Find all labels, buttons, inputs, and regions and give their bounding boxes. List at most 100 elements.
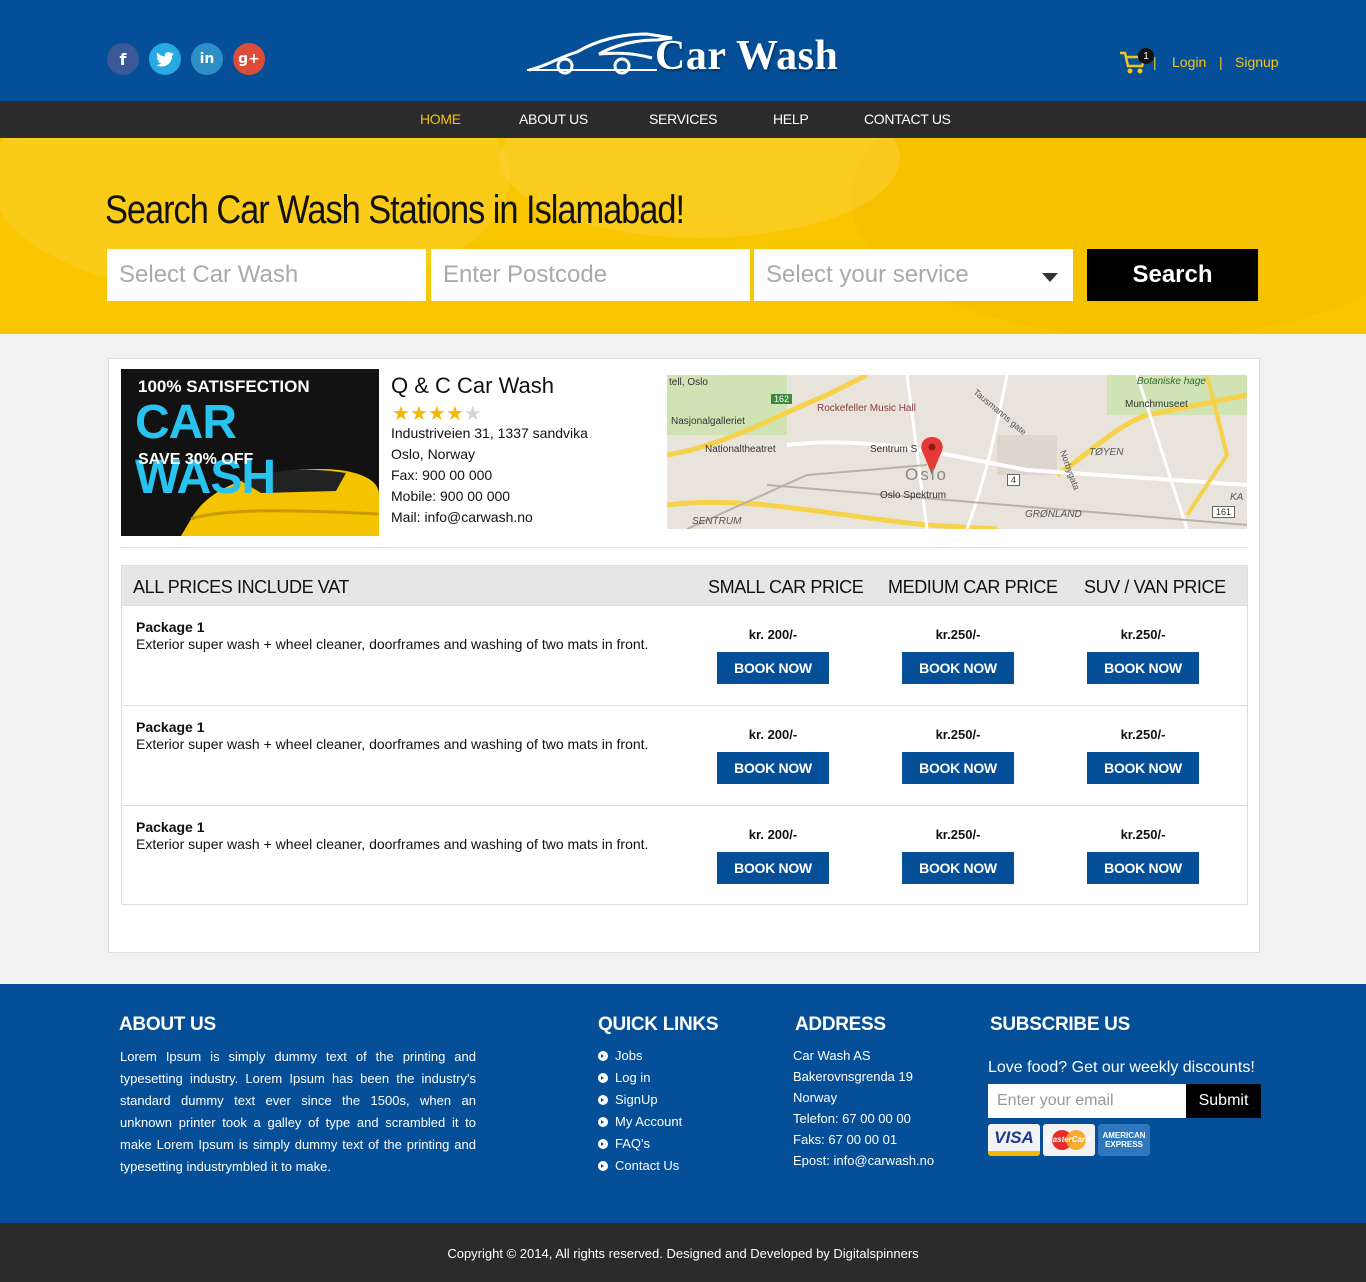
nav-contact-us[interactable]: CONTACT US bbox=[864, 111, 951, 127]
small-car-price: kr. 200/- bbox=[748, 627, 798, 642]
nav-services[interactable]: SERVICES bbox=[649, 111, 717, 127]
book-now-button[interactable]: BOOK NOW bbox=[717, 852, 829, 884]
location-map[interactable]: tell, Oslo Botaniske hage Nasjonalgaller… bbox=[667, 375, 1247, 529]
book-now-button[interactable]: BOOK NOW bbox=[1087, 652, 1199, 684]
address-phone: Telefon: 67 00 00 00 bbox=[793, 1111, 911, 1126]
car-wash-placeholder: Select Car Wash bbox=[119, 261, 299, 288]
book-now-button[interactable]: BOOK NOW bbox=[902, 752, 1014, 784]
small-car-price: kr. 200/- bbox=[748, 727, 798, 742]
facebook-icon[interactable]: f bbox=[107, 43, 139, 75]
suv-van-price: kr.250/- bbox=[1120, 827, 1166, 842]
star-filled-icon: ★ bbox=[445, 401, 464, 425]
service-select[interactable]: Select your service bbox=[754, 249, 1073, 301]
google-plus-glyph: g+ bbox=[238, 51, 260, 67]
header-separator: | bbox=[1219, 54, 1223, 70]
chevron-down-icon[interactable] bbox=[1042, 273, 1058, 282]
facebook-glyph: f bbox=[119, 49, 127, 69]
promo-car-wash: CAR WASH bbox=[135, 396, 276, 504]
address-line: Car Wash AS bbox=[793, 1048, 871, 1063]
footer-about-title: ABOUT US bbox=[119, 1014, 216, 1035]
visa-card-icon: VISA bbox=[988, 1124, 1040, 1156]
package-description: Exterior super wash + wheel cleaner, doo… bbox=[136, 736, 649, 752]
footer-link-login[interactable]: Log in bbox=[598, 1070, 650, 1085]
map-label: SENTRUM bbox=[692, 516, 742, 527]
map-label: Munchmuseet bbox=[1125, 399, 1188, 410]
footer-link-contact[interactable]: Contact Us bbox=[598, 1158, 679, 1173]
promo-discount: SAVE 30% OFF bbox=[138, 451, 254, 468]
subscribe-submit-button[interactable]: Submit bbox=[1186, 1084, 1261, 1118]
business-name[interactable]: Q & C Car Wash bbox=[391, 373, 554, 399]
address-line: Norway bbox=[793, 1090, 838, 1105]
suv-van-price: kr.250/- bbox=[1120, 627, 1166, 642]
email-placeholder: Enter your email bbox=[997, 1092, 1114, 1109]
subscribe-email-input[interactable]: Enter your email bbox=[988, 1084, 1186, 1118]
map-label: Nationaltheatret bbox=[705, 444, 776, 455]
hero-background bbox=[0, 138, 1366, 334]
map-route-marker: 162 bbox=[771, 394, 793, 404]
site-header: f in g+ Car Wash 1 | Login | Signup bbox=[0, 0, 1366, 101]
login-link[interactable]: Login bbox=[1172, 54, 1206, 70]
nav-home[interactable]: HOME bbox=[420, 111, 461, 127]
twitter-bird-glyph bbox=[156, 51, 174, 67]
logo-text[interactable]: Car Wash bbox=[655, 32, 838, 80]
package-title: Package 1 bbox=[136, 719, 205, 735]
nav-about-us[interactable]: ABOUT US bbox=[519, 111, 588, 127]
book-now-button[interactable]: BOOK NOW bbox=[1087, 752, 1199, 784]
vat-header: ALL PRICES INCLUDE VAT bbox=[133, 577, 349, 597]
postcode-placeholder: Enter Postcode bbox=[443, 261, 608, 288]
postcode-input[interactable]: Enter Postcode bbox=[431, 249, 750, 301]
medium-car-price: kr.250/- bbox=[935, 627, 981, 642]
package-description: Exterior super wash + wheel cleaner, doo… bbox=[136, 636, 649, 652]
nav-help[interactable]: HELP bbox=[773, 111, 809, 127]
linkedin-glyph: in bbox=[199, 51, 215, 67]
mastercard-icon: MasterCard bbox=[1043, 1124, 1095, 1156]
book-now-button[interactable]: BOOK NOW bbox=[717, 652, 829, 684]
book-now-button[interactable]: BOOK NOW bbox=[902, 652, 1014, 684]
main-nav: HOME ABOUT US SERVICES HELP CONTACT US bbox=[0, 101, 1366, 138]
map-label: TØYEN bbox=[1089, 447, 1124, 458]
business-mail[interactable]: Mail: info@carwash.no bbox=[391, 509, 533, 525]
copyright-bar: Copyright © 2014, All rights reserved. D… bbox=[0, 1223, 1366, 1282]
google-plus-icon[interactable]: g+ bbox=[233, 43, 265, 75]
twitter-icon[interactable] bbox=[149, 43, 181, 75]
table-row: Package 1 Exterior super wash + wheel cl… bbox=[122, 605, 1247, 705]
hero-title: Search Car Wash Stations in Islamabad! bbox=[105, 188, 685, 232]
rating-stars: ★★★★★ bbox=[392, 401, 482, 425]
star-filled-icon: ★ bbox=[392, 401, 410, 425]
promo-banner: 100% SATISFECTION CAR WASH SAVE 30% OFF bbox=[121, 369, 379, 536]
map-label: Oslo Spektrum bbox=[880, 490, 947, 501]
small-car-header: SMALL CAR PRICE bbox=[708, 577, 864, 597]
suv-van-price: kr.250/- bbox=[1120, 727, 1166, 742]
footer-link-jobs[interactable]: Jobs bbox=[598, 1048, 642, 1063]
copyright-text: Copyright © 2014, All rights reserved. D… bbox=[447, 1246, 919, 1261]
search-button[interactable]: Search bbox=[1087, 249, 1258, 301]
map-route-marker: 4 bbox=[1007, 474, 1021, 486]
footer-link-my-account[interactable]: My Account bbox=[598, 1114, 682, 1129]
footer-link-signup[interactable]: SignUp bbox=[598, 1092, 658, 1107]
signup-link[interactable]: Signup bbox=[1235, 54, 1279, 70]
amex-card-icon: AMERICAN EXPRESS bbox=[1098, 1124, 1150, 1156]
linkedin-icon[interactable]: in bbox=[191, 43, 223, 75]
map-label: KA bbox=[1230, 492, 1244, 503]
book-now-button[interactable]: BOOK NOW bbox=[902, 852, 1014, 884]
book-now-button[interactable]: BOOK NOW bbox=[1087, 852, 1199, 884]
footer-address-title: ADDRESS bbox=[795, 1014, 886, 1035]
arrow-bullet-icon bbox=[598, 1139, 608, 1149]
address-email[interactable]: Epost: info@carwash.no bbox=[793, 1153, 934, 1168]
suv-van-header: SUV / VAN PRICE bbox=[1084, 577, 1226, 597]
package-title: Package 1 bbox=[136, 619, 205, 635]
footer-about-text: Lorem Ipsum is simply dummy text of the … bbox=[120, 1049, 476, 1174]
footer-links-title: QUICK LINKS bbox=[598, 1014, 719, 1035]
map-label: tell, Oslo bbox=[669, 377, 708, 388]
book-now-button[interactable]: BOOK NOW bbox=[717, 752, 829, 784]
map-label: Oslo bbox=[905, 465, 948, 484]
arrow-bullet-icon bbox=[598, 1161, 608, 1171]
car-wash-select[interactable]: Select Car Wash bbox=[107, 249, 426, 301]
star-empty-icon: ★ bbox=[463, 401, 482, 425]
section-divider bbox=[121, 547, 1248, 548]
small-car-price: kr. 200/- bbox=[748, 827, 798, 842]
footer-link-faqs[interactable]: FAQ's bbox=[598, 1136, 650, 1151]
map-label: Sentrum S bbox=[870, 444, 918, 455]
medium-car-price: kr.250/- bbox=[935, 727, 981, 742]
package-title: Package 1 bbox=[136, 819, 205, 835]
